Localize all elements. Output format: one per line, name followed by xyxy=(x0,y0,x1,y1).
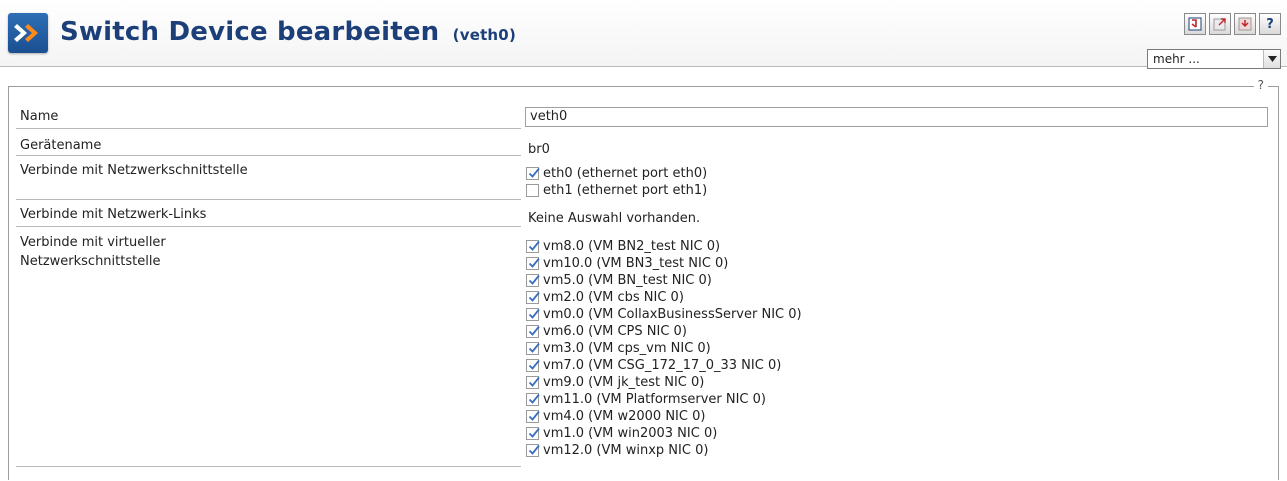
virtual-interface-option-label: vm11.0 (VM Platformserver NIC 0) xyxy=(543,392,766,407)
virtual-interface-checkbox-row[interactable]: vm4.0 (VM w2000 NIC 0) xyxy=(526,408,705,425)
double-chevron-right-icon xyxy=(14,24,38,42)
more-select[interactable]: mehr ... xyxy=(1147,49,1281,69)
divider xyxy=(16,199,521,200)
page-title-text: Switch Device bearbeiten xyxy=(60,17,440,47)
checkbox-checked[interactable] xyxy=(526,274,540,287)
virtual-interface-checkbox-row[interactable]: vm12.0 (VM winxp NIC 0) xyxy=(526,442,708,459)
virtual-interface-checkbox-row[interactable]: vm2.0 (VM cbs NIC 0) xyxy=(526,289,684,306)
save-icon xyxy=(1188,17,1202,31)
form-help-link[interactable]: ? xyxy=(1253,78,1268,92)
checkbox-checked[interactable] xyxy=(526,444,540,457)
checkbox-checked[interactable] xyxy=(526,376,540,389)
checkmark-icon xyxy=(528,240,540,251)
checkbox-checked[interactable] xyxy=(526,410,540,423)
virtual-interface-option-label: vm7.0 (VM CSG_172_17_0_33 NIC 0) xyxy=(543,358,782,373)
download-icon xyxy=(1238,17,1252,31)
interface-label: Verbinde mit Netzwerkschnittstelle xyxy=(20,163,248,178)
interface-checkbox-row[interactable]: eth0 (ethernet port eth0) xyxy=(526,165,707,182)
toolbar: ? xyxy=(1184,13,1281,35)
virtual-interface-checkbox-row[interactable]: vm8.0 (VM BN2_test NIC 0) xyxy=(526,238,720,255)
checkbox-checked[interactable] xyxy=(526,359,540,372)
network-links-value: Keine Auswahl vorhanden. xyxy=(528,211,701,226)
interface-option-label: eth0 (ethernet port eth0) xyxy=(543,166,708,181)
network-links-label: Verbinde mit Netzwerk-Links xyxy=(20,207,207,222)
checkmark-icon xyxy=(528,444,540,455)
interface-checkbox-row[interactable]: eth1 (ethernet port eth1) xyxy=(526,182,707,199)
virtual-interface-checkbox-row[interactable]: vm9.0 (VM jk_test NIC 0) xyxy=(526,374,704,391)
checkbox-checked[interactable] xyxy=(526,167,540,180)
virtual-interface-option-label: vm12.0 (VM winxp NIC 0) xyxy=(543,443,709,458)
name-label: Name xyxy=(20,109,59,124)
checkmark-icon xyxy=(528,359,540,370)
virtual-interface-checkbox-row[interactable]: vm1.0 (VM win2003 NIC 0) xyxy=(526,425,717,442)
checkmark-icon xyxy=(528,325,540,336)
checkmark-icon xyxy=(528,342,540,353)
name-input[interactable]: veth0 xyxy=(525,107,1268,127)
virtual-interface-checkbox-row[interactable]: vm11.0 (VM Platformserver NIC 0) xyxy=(526,391,766,408)
checkbox-checked[interactable] xyxy=(526,427,540,440)
checkbox-unchecked[interactable] xyxy=(526,184,539,197)
interface-option-label: eth1 (ethernet port eth1) xyxy=(543,183,708,198)
more-select-value: mehr ... xyxy=(1153,52,1200,66)
divider xyxy=(16,128,521,129)
checkbox-checked[interactable] xyxy=(526,240,540,253)
checkbox-checked[interactable] xyxy=(526,291,540,304)
save-button[interactable] xyxy=(1184,13,1206,35)
download-button[interactable] xyxy=(1234,13,1256,35)
chevron-down-icon[interactable] xyxy=(1263,50,1280,68)
checkmark-icon xyxy=(528,308,540,319)
page-header: Switch Device bearbeiten (veth0) ? mehr … xyxy=(0,0,1287,69)
virtual-interface-checkbox-row[interactable]: vm6.0 (VM CPS NIC 0) xyxy=(526,323,687,340)
checkmark-icon xyxy=(528,274,540,285)
checkmark-icon xyxy=(528,427,540,438)
checkbox-checked[interactable] xyxy=(526,393,540,406)
checkmark-icon xyxy=(528,257,540,268)
checkbox-checked[interactable] xyxy=(526,325,540,338)
device-name-label: Gerätename xyxy=(20,138,102,153)
virtual-interface-checkbox-row[interactable]: vm5.0 (VM BN_test NIC 0) xyxy=(526,272,712,289)
virtual-interface-checkbox-row[interactable]: vm10.0 (VM BN3_test NIC 0) xyxy=(526,255,728,272)
checkmark-icon xyxy=(528,167,540,178)
virtual-interface-option-label: vm1.0 (VM win2003 NIC 0) xyxy=(543,426,718,441)
page-title: Switch Device bearbeiten (veth0) xyxy=(60,17,516,47)
checkbox-checked[interactable] xyxy=(526,257,540,270)
virtual-interface-label-line2: Netzwerkschnittstelle xyxy=(20,254,161,269)
checkmark-icon xyxy=(528,410,540,421)
virtual-interface-checkbox-row[interactable]: vm3.0 (VM cps_vm NIC 0) xyxy=(526,340,711,357)
checkmark-icon xyxy=(528,376,540,387)
checkmark-icon xyxy=(528,393,540,404)
divider xyxy=(16,466,521,467)
virtual-interface-option-label: vm0.0 (VM CollaxBusinessServer NIC 0) xyxy=(543,307,802,322)
app-logo xyxy=(8,13,48,53)
form-fieldset: ? Name veth0 Gerätename br0 Verbinde mit… xyxy=(8,78,1279,480)
divider xyxy=(16,155,521,156)
checkbox-checked[interactable] xyxy=(526,308,540,321)
divider xyxy=(16,226,521,227)
virtual-interface-label-line1: Verbinde mit virtueller xyxy=(20,235,166,250)
checkbox-checked[interactable] xyxy=(526,342,540,355)
virtual-interface-option-label: vm4.0 (VM w2000 NIC 0) xyxy=(543,409,706,424)
open-external-icon xyxy=(1213,18,1226,31)
virtual-interface-checkbox-row[interactable]: vm7.0 (VM CSG_172_17_0_33 NIC 0) xyxy=(526,357,781,374)
virtual-interface-option-label: vm8.0 (VM BN2_test NIC 0) xyxy=(543,239,721,254)
virtual-interface-option-label: vm9.0 (VM jk_test NIC 0) xyxy=(543,375,705,390)
virtual-interface-option-label: vm3.0 (VM cps_vm NIC 0) xyxy=(543,341,711,356)
device-name-value: br0 xyxy=(528,142,550,157)
open-external-button[interactable] xyxy=(1209,13,1231,35)
checkmark-icon xyxy=(528,291,540,302)
virtual-interface-option-label: vm5.0 (VM BN_test NIC 0) xyxy=(543,273,712,288)
help-button[interactable]: ? xyxy=(1259,13,1281,35)
virtual-interface-option-label: vm6.0 (VM CPS NIC 0) xyxy=(543,324,687,339)
page-subtitle: (veth0) xyxy=(452,26,517,44)
virtual-interface-checkbox-row[interactable]: vm0.0 (VM CollaxBusinessServer NIC 0) xyxy=(526,306,802,323)
virtual-interface-option-label: vm2.0 (VM cbs NIC 0) xyxy=(543,290,684,305)
virtual-interface-option-label: vm10.0 (VM BN3_test NIC 0) xyxy=(543,256,729,271)
